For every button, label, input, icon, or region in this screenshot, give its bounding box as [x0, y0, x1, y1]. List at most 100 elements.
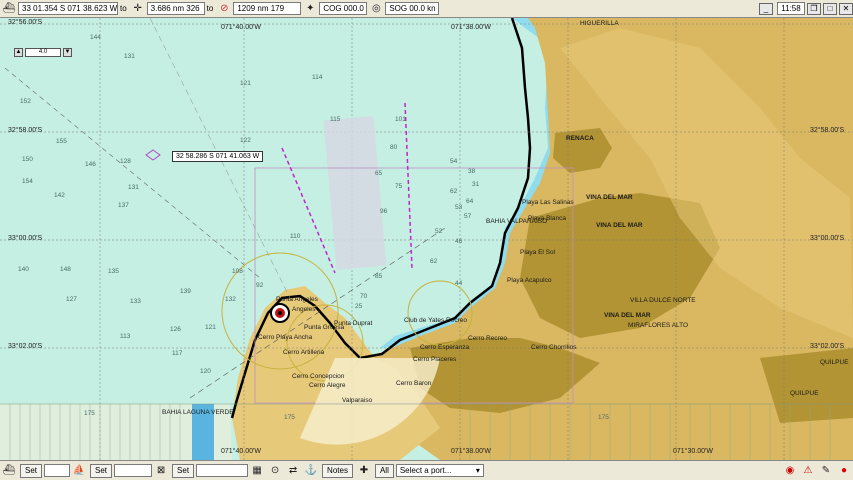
- place-cerro-concepcion: Cerro Concepcion: [292, 373, 345, 380]
- sounding-depth: 122: [240, 137, 251, 144]
- sounding-depth: 44: [455, 280, 463, 287]
- sounding-depth: 85: [375, 273, 383, 280]
- nautical-chart[interactable]: ▲ 4.0 ▼ 32 58.286 S 071 41.063 W 32°56.0…: [0, 18, 853, 460]
- place-cerro-alegre: Cerro Alegre: [309, 382, 346, 389]
- all-button[interactable]: All: [374, 463, 394, 478]
- minimize-button[interactable]: _: [759, 2, 773, 15]
- sounding-depth: 154: [22, 178, 33, 185]
- close-button[interactable]: ✕: [839, 2, 853, 15]
- camera-icon[interactable]: ⊙: [268, 464, 282, 478]
- chevron-down-icon: ▾: [475, 466, 480, 475]
- sounding-depth: 155: [56, 138, 67, 145]
- vessel-icon[interactable]: ⛵: [72, 464, 86, 478]
- clock: 11:58: [777, 2, 805, 15]
- lon-label-3800-bottom: 071°38.00'W: [451, 448, 491, 455]
- zoom-value[interactable]: 4.0: [25, 48, 61, 57]
- lon-label-3800-top: 071°38.00'W: [451, 24, 491, 31]
- place-playa-blanca: Playa Blanca: [528, 215, 566, 222]
- sounding-depth: 139: [180, 288, 191, 295]
- sounding-depth: 146: [85, 161, 96, 168]
- sounding-depth: 96: [380, 208, 388, 215]
- sounding-depth: 126: [170, 326, 181, 333]
- place-vina-del-mar-3: VINA DEL MAR: [604, 312, 651, 319]
- sounding-depth: 38: [468, 168, 476, 175]
- sounding-depth: 70: [360, 293, 368, 300]
- place-vina-del-mar-2: VINA DEL MAR: [596, 222, 643, 229]
- sounding-depth: 175: [598, 414, 609, 421]
- sounding-depth: 92: [256, 282, 264, 289]
- place-playa-el-sol: Playa El Sol: [520, 249, 556, 256]
- target-icon[interactable]: ✚: [357, 464, 371, 478]
- sounding-depth: 128: [120, 158, 131, 165]
- crosshair-icon[interactable]: ✛: [131, 2, 145, 16]
- lat-label-0000-left: 33°00.00'S: [8, 235, 43, 242]
- sounding-depth: 133: [130, 298, 141, 305]
- sounding-depth: 52: [435, 228, 443, 235]
- compass-icon[interactable]: ✦: [303, 2, 317, 16]
- lon-label-4000-bottom: 071°40.00'W: [221, 448, 261, 455]
- sounding-depth: 137: [118, 202, 129, 209]
- sounding-depth: 175: [284, 414, 295, 421]
- vessel-marker-center: [278, 311, 282, 315]
- chart-canvas: [0, 18, 853, 460]
- waypoint-icon[interactable]: ⊠: [154, 464, 168, 478]
- sounding-depth: 62: [430, 258, 438, 265]
- lat-label-top-left: 32°56.00'S: [8, 19, 43, 26]
- sounding-depth: 131: [124, 53, 135, 60]
- place-cerro-artilleria: Cerro Artilleria: [283, 349, 325, 356]
- window-button[interactable]: □: [823, 2, 837, 15]
- sounding-depth: 64: [466, 198, 474, 205]
- no-target-icon[interactable]: ⊘: [217, 2, 231, 16]
- route-line-2: [404, 102, 413, 269]
- place-playa-acapulco: Playa Acapulco: [507, 277, 552, 284]
- sounding-depth: 54: [450, 158, 458, 165]
- lon-label-4000-top: 071°40.00'W: [221, 24, 261, 31]
- set-button-3[interactable]: Set: [172, 463, 195, 478]
- buoy-symbol: [145, 149, 161, 161]
- ship-icon[interactable]: ⛴: [2, 2, 16, 16]
- sounding-depth: 120: [200, 368, 211, 375]
- lat-label-0200-left: 33°02.00'S: [8, 343, 43, 350]
- bearing-readout: 1209 nm 179: [233, 2, 302, 15]
- set-button-2[interactable]: Set: [90, 463, 113, 478]
- set-button-1[interactable]: Set: [20, 463, 43, 478]
- alarm-icon[interactable]: ◉: [783, 464, 797, 478]
- anchor-icon[interactable]: ⚓: [304, 464, 318, 478]
- sounding-depth: 115: [330, 116, 341, 123]
- set-field-3[interactable]: [196, 464, 249, 477]
- set-field-2[interactable]: [114, 464, 153, 477]
- zoom-in-button[interactable]: ▼: [63, 48, 72, 57]
- restricted-area: [323, 116, 387, 270]
- zoom-out-button[interactable]: ▲: [14, 48, 23, 57]
- lat-label-0000-right: 33°00.00'S: [810, 235, 845, 242]
- range-readout: 3.686 nm 326: [146, 2, 205, 15]
- cog-readout: COG 000.0: [319, 2, 368, 15]
- place-quilpue-1: QUILPUE: [820, 359, 849, 366]
- warning-icon[interactable]: ⚠: [801, 464, 815, 478]
- sounding-depth: 31: [472, 181, 480, 188]
- lon-label-3000-bottom: 071°30.00'W: [673, 448, 713, 455]
- sounding-depth: 65: [375, 170, 383, 177]
- sounding-depth: 114: [312, 74, 323, 81]
- lat-label-5800-right: 32°58.00'S: [810, 127, 845, 134]
- port-select[interactable]: Select a port... ▾: [395, 464, 484, 477]
- notes-button[interactable]: Notes: [322, 463, 353, 478]
- sounding-depth: 25: [355, 303, 363, 310]
- edit-icon[interactable]: ✎: [819, 464, 833, 478]
- route-icon[interactable]: ⇄: [286, 464, 300, 478]
- set-field-1[interactable]: [44, 464, 71, 477]
- ship-icon[interactable]: ⛴: [2, 464, 16, 478]
- speedometer-icon[interactable]: ◎: [369, 2, 383, 16]
- map-icon[interactable]: ▦: [250, 464, 264, 478]
- record-icon[interactable]: ●: [837, 464, 851, 478]
- to-label-2: to: [206, 4, 214, 13]
- sounding-depth: 150: [22, 156, 33, 163]
- position-readout: 33 01.354 S 071 38.623 W: [18, 2, 118, 15]
- place-quilpue-2: QUILPUE: [790, 390, 819, 397]
- restore-button[interactable]: ❐: [807, 2, 821, 15]
- sounding-depth: 152: [20, 98, 31, 105]
- sounding-depth: 80: [390, 144, 398, 151]
- sounding-depth: 175: [84, 410, 95, 417]
- lat-label-5800-left: 32°58.00'S: [8, 127, 43, 134]
- place-club-de-yates: Club de Yates Recreo: [404, 317, 467, 324]
